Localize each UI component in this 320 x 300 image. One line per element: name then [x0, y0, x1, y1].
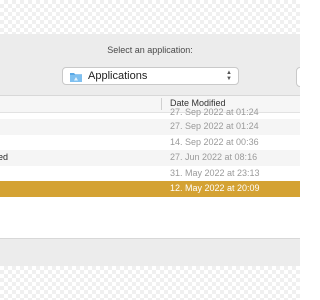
row-date: 27. Sep 2022 at 01:24	[170, 107, 259, 117]
list-row-selected[interactable]: 12. May 2022 at 20:09	[0, 181, 300, 197]
folder-icon	[69, 70, 83, 82]
row-date: 12. May 2022 at 20:09	[170, 183, 260, 193]
row-date: 14. Sep 2022 at 00:36	[170, 136, 259, 147]
list-row[interactable]: 14. Sep 2022 at 00:36	[0, 135, 300, 151]
list-row[interactable]: 27. Sep 2022 at 01:24	[0, 119, 300, 135]
list-row[interactable]: 31. May 2022 at 23:13	[0, 166, 300, 182]
row-date: 31. May 2022 at 23:13	[170, 167, 260, 178]
transparent-background-top	[0, 0, 300, 34]
row-date: 27. Sep 2022 at 01:24	[170, 121, 259, 131]
row-name: ed	[0, 152, 9, 162]
dialog-prompt: Select an application:	[107, 45, 193, 55]
file-list[interactable]: Date Modified 27. Sep 2022 at 01:24 27. …	[0, 95, 300, 239]
list-row[interactable]: ed 27. Jun 2022 at 08:16	[0, 150, 300, 166]
updown-chevron-icon: ▲ ▼	[226, 70, 232, 82]
transparent-background-bottom	[0, 266, 300, 300]
location-popup-label: Applications	[88, 70, 148, 82]
app-chooser-dialog: Select an application: Applications ▲ ▼ D…	[0, 34, 300, 266]
location-popup-button[interactable]: Applications ▲ ▼	[62, 67, 239, 85]
row-date: 27. Jun 2022 at 08:16	[170, 152, 258, 162]
column-divider[interactable]	[161, 98, 162, 110]
view-toggle-button[interactable]	[296, 67, 300, 87]
